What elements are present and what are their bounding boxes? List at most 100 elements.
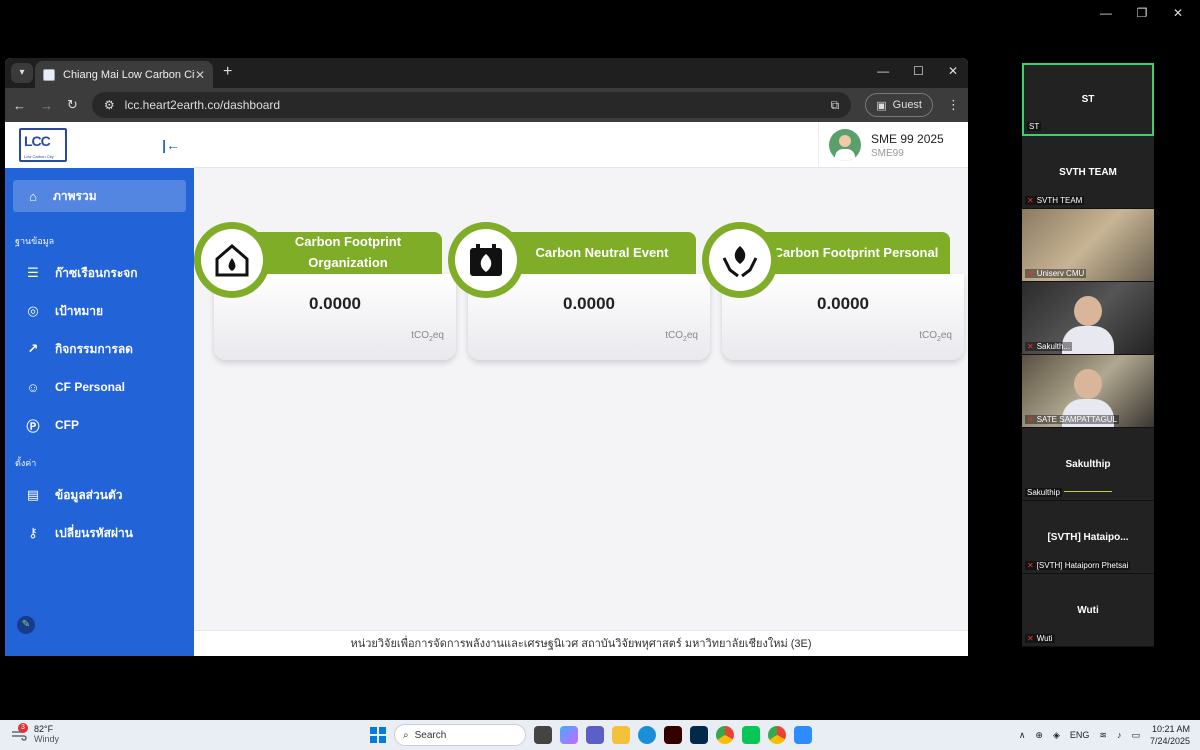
copilot-icon[interactable]	[560, 726, 578, 744]
muted-mic-icon: ✕	[1027, 415, 1034, 424]
p-circle-icon: Ⓟ	[26, 418, 40, 434]
card-cf-organization[interactable]: 0.0000 tCO2eq Carbon Footprint Organizat…	[194, 222, 456, 362]
site-info-icon[interactable]: ⚙	[104, 98, 115, 112]
participant-tile[interactable]: Wuti ✕ Wuti	[1022, 574, 1154, 647]
teams-icon[interactable]	[586, 726, 604, 744]
close-icon[interactable]: ✕	[1170, 6, 1186, 20]
participant-tile[interactable]: [SVTH] Hataipo... ✕ [SVTH] Hataiporn Phet…	[1022, 501, 1154, 574]
chevron-up-icon[interactable]: ∧	[1019, 730, 1026, 741]
wifi-icon[interactable]: ≋	[1099, 730, 1107, 741]
reload-icon[interactable]: ↻	[67, 97, 78, 113]
file-explorer-icon[interactable]	[612, 726, 630, 744]
close-tab-icon[interactable]: ✕	[195, 68, 205, 82]
sidebar-item-reduction[interactable]: ↗ กิจกรรมการลด	[5, 330, 194, 368]
participant-video[interactable]: ✕ Sakulth...	[1022, 282, 1154, 355]
forward-icon[interactable]: →	[40, 98, 53, 113]
collapse-sidebar-icon[interactable]: |←	[162, 137, 180, 153]
sidebar-item-ghg[interactable]: ☰ ก๊าซเรือนกระจก	[5, 254, 194, 292]
participant-video[interactable]: ✕ Uniserv CMU	[1022, 209, 1154, 282]
screen: — ❐ ✕ ▾ Chiang Mai Low Carbon City ✕ + —…	[0, 0, 1200, 720]
language-indicator[interactable]: ENG	[1070, 730, 1090, 740]
footer: หน่วยวิจัยเพื่อการจัดการพลังงานและเศรษฐน…	[194, 630, 968, 656]
clock-date: 7/24/2025	[1149, 736, 1190, 746]
hands-leaf-icon	[722, 246, 758, 278]
card-value: 0.0000	[817, 294, 869, 313]
top-bar: SME 99 2025 SME99	[194, 122, 968, 168]
logo-text: LCC	[24, 133, 51, 149]
chrome-icon[interactable]	[716, 726, 734, 744]
edge-icon[interactable]	[638, 726, 656, 744]
participant-tile[interactable]: ST ST	[1022, 63, 1154, 136]
user-menu[interactable]: SME 99 2025 SME99	[818, 122, 968, 168]
muted-mic-icon: ✕	[1027, 634, 1034, 643]
sidebar-header: LCC Low Carbon City |←	[5, 122, 194, 168]
line-icon[interactable]	[742, 726, 760, 744]
network-icon[interactable]: ⊕	[1035, 730, 1043, 741]
back-icon[interactable]: ←	[13, 98, 26, 113]
menu-icon[interactable]: ⋮	[947, 97, 960, 113]
chart-line-icon: ↗	[27, 341, 39, 356]
url-text: lcc.heart2earth.co/dashboard	[124, 98, 281, 112]
close-icon[interactable]: ✕	[948, 64, 958, 78]
sidebar-item-label: กิจกรรมการลด	[55, 341, 133, 356]
translate-icon[interactable]: ⧉	[831, 98, 840, 113]
address-bar[interactable]: ⚙ lcc.heart2earth.co/dashboard ⧉	[91, 92, 852, 118]
key-icon: ⚷	[28, 525, 38, 540]
sidebar: LCC Low Carbon City |← ⌂ ภาพรวม ฐานข้อมู…	[5, 122, 194, 656]
minimize-icon[interactable]: —	[877, 64, 889, 78]
tab-search-button[interactable]: ▾	[11, 63, 33, 83]
illustrator-icon[interactable]	[664, 726, 682, 744]
clock[interactable]: 10:21 AM 7/24/2025	[1150, 723, 1190, 747]
sidebar-item-profile[interactable]: ▤ ข้อมูลส่วนตัว	[5, 476, 194, 514]
browser-window: ▾ Chiang Mai Low Carbon City ✕ + — ☐ ✕ ←…	[5, 58, 968, 656]
location-icon[interactable]: ◈	[1053, 730, 1060, 741]
sidebar-item-overview[interactable]: ⌂ ภาพรวม	[13, 180, 186, 212]
weather-widget[interactable]: 3 82°F Windy	[10, 723, 59, 744]
minimize-icon[interactable]: —	[1098, 6, 1114, 20]
participant-tile[interactable]: SVTH TEAM ✕ SVTH TEAM	[1022, 136, 1154, 209]
taskbar-apps: ⌕ Search	[370, 724, 812, 746]
maximize-icon[interactable]: ☐	[913, 64, 924, 78]
participant-tile[interactable]: Sakulthip Sakulthip	[1022, 428, 1154, 501]
temperature: 82°F	[34, 724, 54, 734]
participant-label: ✕ Uniserv CMU	[1025, 269, 1087, 278]
card-badge	[448, 222, 524, 298]
avatar	[829, 129, 861, 161]
participant-face	[1074, 296, 1102, 326]
windows-start-icon[interactable]	[370, 727, 386, 743]
participant-video[interactable]: ✕ SATE SAMPATTAGUL	[1022, 355, 1154, 428]
database-icon: ☰	[27, 265, 39, 280]
task-view-icon[interactable]	[534, 726, 552, 744]
card-unit: tCO2eq	[411, 330, 444, 343]
restore-icon[interactable]: ❐	[1134, 6, 1150, 20]
muted-mic-icon: ✕	[1027, 561, 1034, 570]
profile-button[interactable]: ▣ Guest	[865, 93, 933, 117]
muted-mic-icon: ✕	[1027, 269, 1034, 278]
volume-icon[interactable]: ♪	[1117, 730, 1122, 740]
card-badge	[702, 222, 778, 298]
house-icon	[215, 244, 249, 277]
edit-icon[interactable]: ✎	[17, 616, 35, 634]
lcc-logo[interactable]: LCC Low Carbon City	[19, 128, 67, 162]
card-unit: tCO2eq	[665, 330, 698, 343]
card-cf-personal[interactable]: 0.0000 tCO2eq Carbon Footprint Personal	[702, 222, 964, 362]
sidebar-item-label: เปลี่ยนรหัสผ่าน	[55, 525, 133, 540]
battery-icon[interactable]: ▭	[1131, 730, 1140, 741]
zoom-icon[interactable]	[794, 726, 812, 744]
sidebar-item-target[interactable]: ◎ เป้าหมาย	[5, 292, 194, 330]
sidebar-item-label: ภาพรวม	[53, 188, 97, 203]
taskbar-search[interactable]: ⌕ Search	[394, 724, 526, 746]
sidebar-item-change-password[interactable]: ⚷ เปลี่ยนรหัสผ่าน	[5, 514, 194, 552]
photoshop-icon[interactable]	[690, 726, 708, 744]
sidebar-item-label: เป้าหมาย	[55, 303, 104, 318]
sidebar-item-cfp[interactable]: Ⓟ CFP	[5, 406, 194, 444]
sidebar-item-cf-personal[interactable]: ☺ CF Personal	[5, 368, 194, 406]
participant-face	[1074, 369, 1102, 399]
speaking-indicator	[1064, 491, 1112, 492]
new-tab-button[interactable]: +	[223, 63, 232, 81]
section-label-data: ฐานข้อมูล	[15, 236, 55, 246]
tab-dashboard[interactable]: Chiang Mai Low Carbon City ✕	[35, 61, 213, 88]
chrome-profile-icon[interactable]	[768, 726, 786, 744]
card-unit: tCO2eq	[919, 330, 952, 343]
card-cn-event[interactable]: 0.0000 tCO2eq Carbon Neutral Event	[448, 222, 710, 362]
